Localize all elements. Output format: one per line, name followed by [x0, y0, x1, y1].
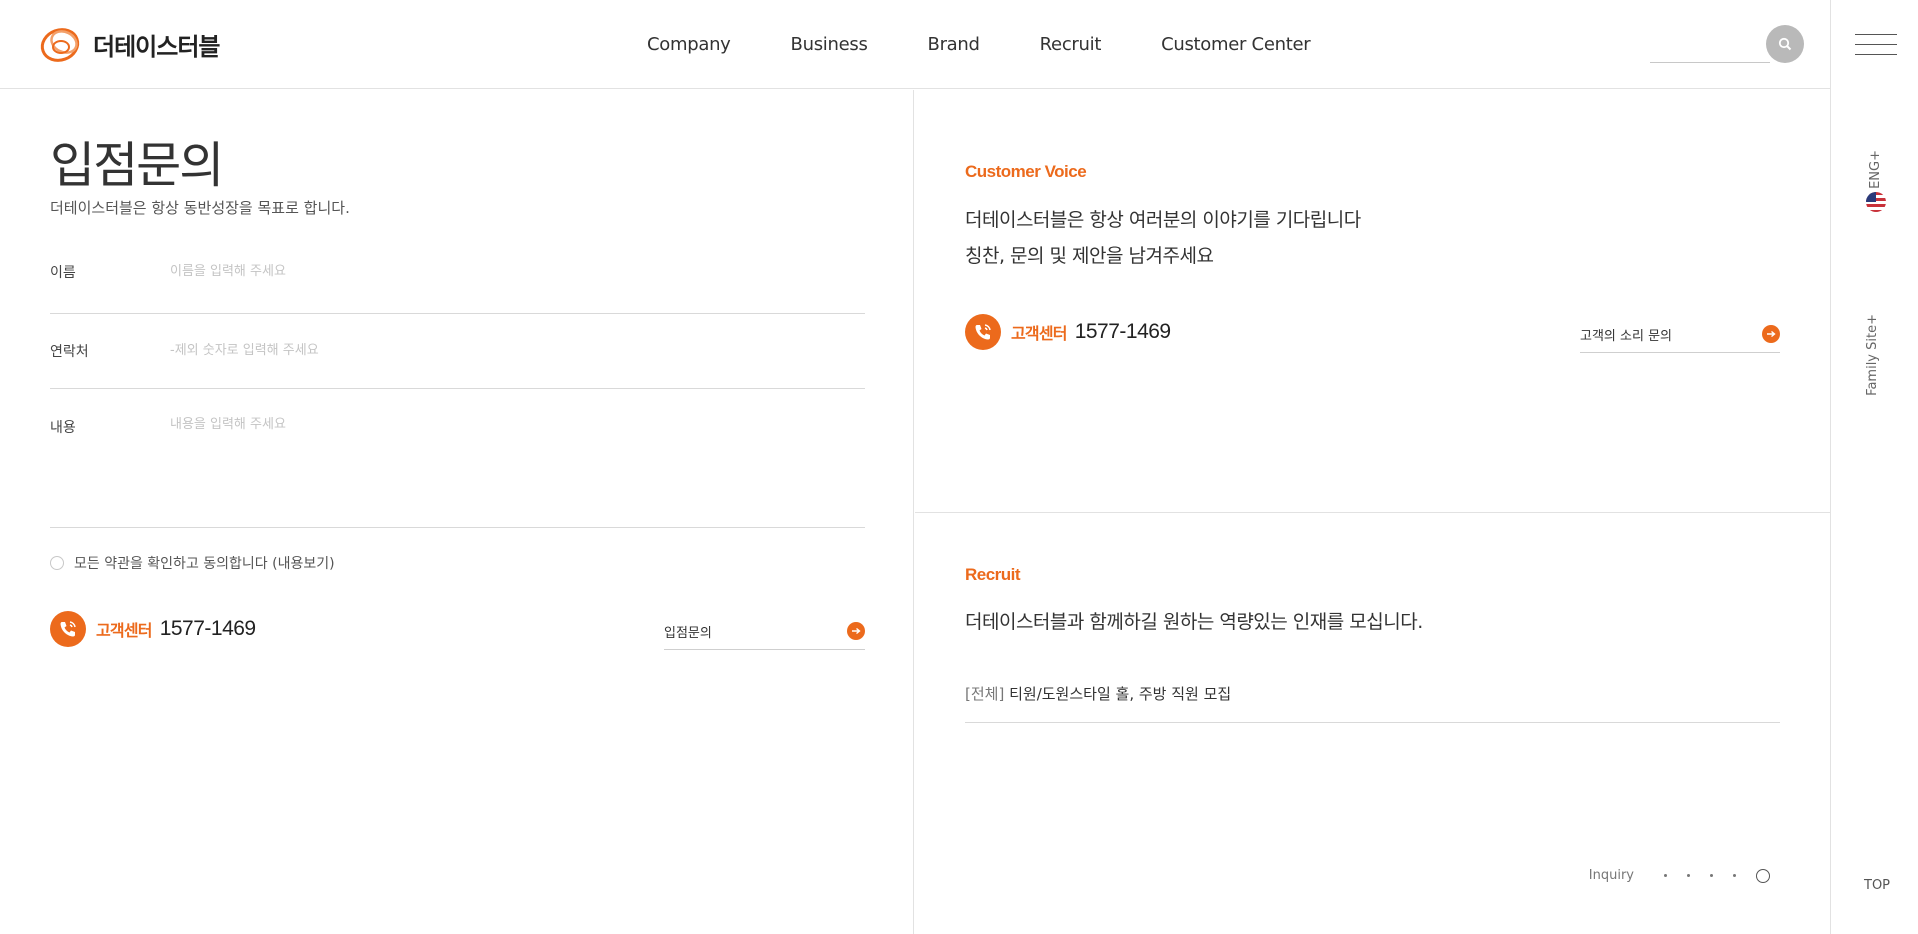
- customer-voice-contact: 고객센터 1577-1469: [965, 314, 1171, 350]
- side-rail: ENG+ Family Site+ TOP: [1830, 0, 1918, 934]
- family-site-button[interactable]: Family Site+: [1865, 314, 1880, 396]
- menu-line-icon: [1855, 34, 1897, 35]
- customer-voice-title: Customer Voice: [965, 162, 1087, 181]
- customer-voice-line1: 더테이스터블은 항상 여러분의 이야기를 기다립니다: [965, 209, 1361, 231]
- cs-phone-number[interactable]: 1577-1469: [1075, 320, 1171, 344]
- pager-dot-active[interactable]: [1756, 868, 1770, 883]
- nav-business[interactable]: Business: [791, 34, 868, 55]
- cs-phone-number[interactable]: 1577-1469: [160, 617, 256, 641]
- recruit-post-item[interactable]: [전체] 티원/도원스타일 홀, 주방 직원 모집: [965, 683, 1780, 723]
- logo-text: 더테이스터블: [93, 32, 220, 61]
- phone-icon: [50, 611, 86, 647]
- logo[interactable]: 더테이스터블: [39, 23, 220, 65]
- hamburger-menu-button[interactable]: [1855, 34, 1897, 56]
- eng-label: ENG+: [1868, 150, 1883, 189]
- recruit-post-title[interactable]: 티원/도원스타일 홀, 주방 직원 모집: [1009, 685, 1231, 703]
- recruit-post-tag: [전체]: [965, 685, 1005, 703]
- menu-line-icon: [1855, 44, 1897, 45]
- pager-dot[interactable]: [1733, 874, 1736, 877]
- nav-recruit[interactable]: Recruit: [1040, 34, 1102, 55]
- customer-voice-section: Customer Voice 더테이스터블은 항상 여러분의 이야기를 기다립니…: [915, 90, 1830, 513]
- recruit-desc: 더테이스터블과 함께하길 원하는 역량있는 인재를 모십니다.: [965, 611, 1423, 633]
- phone-field: 연락처: [50, 314, 865, 389]
- content-field: 내용: [50, 389, 865, 528]
- phone-icon: [965, 314, 1001, 350]
- language-eng-button[interactable]: ENG+: [1864, 150, 1888, 214]
- inquiry-panel: 입점문의 더테이스터블은 항상 동반성장을 목표로 합니다. 이름 연락처 내용…: [0, 90, 914, 934]
- arrow-right-icon: [1762, 325, 1780, 343]
- page-title: 입점문의: [50, 137, 224, 194]
- logo-mark-icon: [40, 28, 80, 62]
- main-nav: Company Business Brand Recruit Customer …: [647, 34, 1370, 55]
- agree-label[interactable]: 모든 약관을 확인하고 동의합니다 (내용보기): [74, 553, 335, 573]
- pager-label: Inquiry: [1588, 868, 1634, 883]
- recruit-section: Recruit 더테이스터블과 함께하길 원하는 역량있는 인재를 모십니다. …: [915, 514, 1830, 934]
- name-field: 이름: [50, 260, 865, 314]
- submit-inquiry-button[interactable]: 입점문의: [664, 616, 865, 650]
- customer-voice-inquiry-label: 고객의 소리 문의: [1580, 329, 1672, 344]
- site-header: 더테이스터블 Company Business Brand Recruit Cu…: [0, 0, 1830, 89]
- content-textarea[interactable]: [170, 413, 850, 513]
- agree-radio[interactable]: [50, 556, 64, 570]
- name-input[interactable]: [170, 264, 850, 279]
- arrow-right-icon: [847, 622, 865, 640]
- top-button[interactable]: TOP: [1864, 878, 1890, 893]
- customer-center-contact: 고객센터 1577-1469: [50, 611, 256, 647]
- nav-customer-center[interactable]: Customer Center: [1161, 34, 1311, 55]
- submit-inquiry-label: 입점문의: [664, 626, 712, 641]
- menu-line-icon: [1855, 54, 1897, 55]
- pager-dot[interactable]: [1687, 874, 1690, 877]
- search-icon: [1778, 37, 1792, 51]
- cs-label: 고객센터: [1011, 324, 1067, 343]
- phone-label: 연락처: [50, 344, 89, 360]
- name-label: 이름: [50, 265, 76, 281]
- nav-company[interactable]: Company: [647, 34, 731, 55]
- pager-dot[interactable]: [1664, 874, 1667, 877]
- cs-label: 고객센터: [96, 621, 152, 640]
- recruit-title: Recruit: [965, 565, 1021, 584]
- customer-voice-inquiry-button[interactable]: 고객의 소리 문의: [1580, 319, 1780, 353]
- search-button[interactable]: [1766, 25, 1804, 63]
- page-subtitle: 더테이스터블은 항상 동반성장을 목표로 합니다.: [50, 199, 350, 217]
- phone-input[interactable]: [170, 343, 850, 358]
- nav-brand[interactable]: Brand: [928, 34, 980, 55]
- search-input[interactable]: [1650, 62, 1770, 63]
- pager-dot[interactable]: [1710, 874, 1713, 877]
- agree-checkbox-row[interactable]: 모든 약관을 확인하고 동의합니다 (내용보기): [50, 553, 335, 573]
- customer-voice-desc: 더테이스터블은 항상 여러분의 이야기를 기다립니다 칭찬, 문의 및 제안을 …: [965, 202, 1361, 274]
- us-flag-icon: [1866, 192, 1886, 212]
- customer-voice-line2: 칭찬, 문의 및 제안을 남겨주세요: [965, 245, 1214, 267]
- content-label: 내용: [50, 420, 76, 436]
- section-pager: Inquiry: [1589, 868, 1770, 883]
